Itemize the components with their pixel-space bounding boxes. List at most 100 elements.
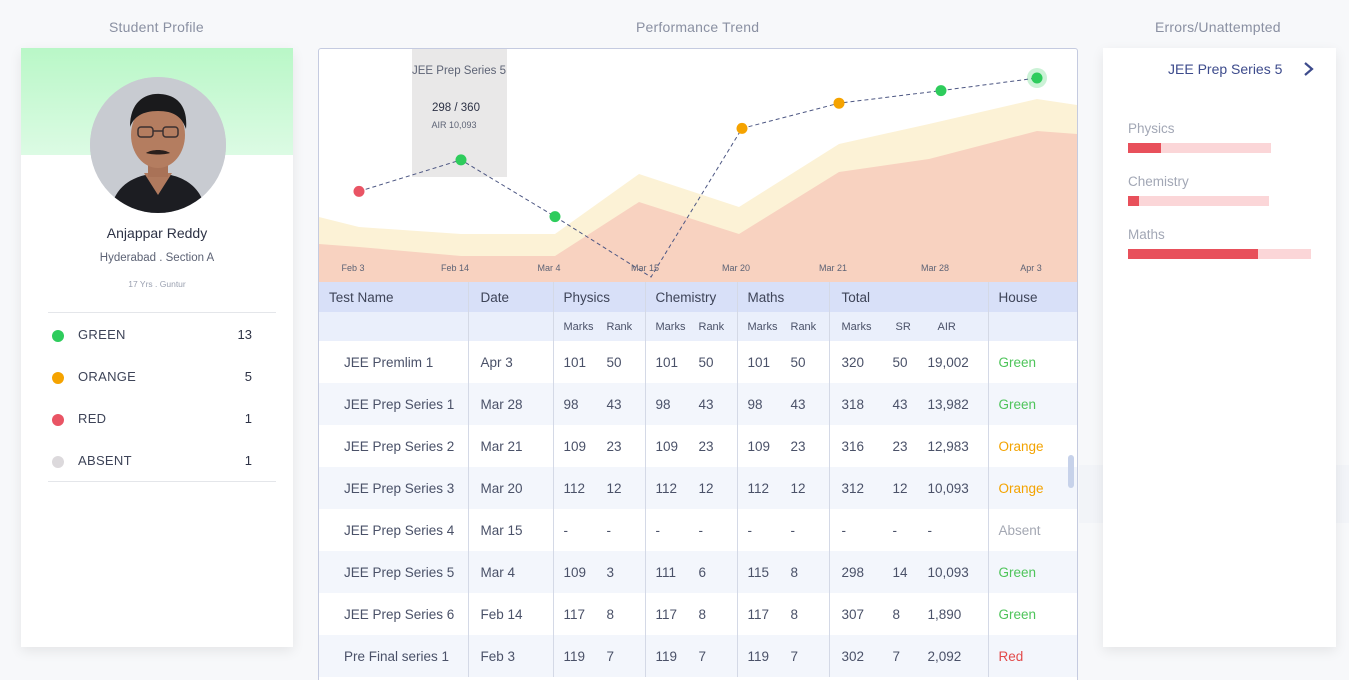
date-cell: Mar 15 [468,509,554,551]
air-cell: 19,002 [927,354,969,370]
subheader-blank [468,312,554,341]
maths-cell: 117 8 [737,593,830,635]
x-tick-label: Mar 4 [537,263,560,273]
x-tick-label: Apr 3 [1020,263,1042,273]
col-chemistry[interactable]: Chemistry [645,282,738,312]
house-count: 5 [244,369,252,384]
subject-label: Chemistry [1128,174,1189,189]
rank-cell: - [606,522,612,538]
table-row[interactable]: JEE Prep Series 4 Mar 15- - - - - - - - - Absent [319,509,1077,551]
table-row[interactable]: JEE Premlim 1 Apr 3 101 50 101 50 101 50 320 50 19… [319,341,1077,383]
error-bar-track [1128,249,1311,259]
data-point[interactable] [353,185,365,197]
total-cell: 298 14 10,093 [829,551,989,593]
rank-cell: 50 [790,354,806,370]
rank-cell: 8 [790,564,799,580]
total-marks-cell: 320 [841,354,865,370]
test-name-cell: JEE Premlim 1 [319,341,469,383]
chemistry-cell: 98 43 [645,383,738,425]
test-name-cell: JEE Prep Series 2 [319,425,469,467]
marks-cell: 109 [563,438,587,454]
physics-cell: 109 23 [553,425,646,467]
marks-subheader: Marks [747,320,778,333]
student-name: Anjappar Reddy [106,225,208,241]
air-cell: 2,092 [927,648,962,664]
rank-cell: 12 [790,480,806,496]
trend-svg: JEE Prep Series 5 298 / 360 AIR 10,093 F… [319,49,1077,282]
errors-test-name[interactable]: JEE Prep Series 5 [1168,61,1282,77]
physics-cell: 98 43 [553,383,646,425]
table-row[interactable]: Pre Final series 1 Feb 3 119 7 119 7 119 7 302 7 2… [319,635,1077,677]
marks-cell: 117 [747,606,770,622]
data-point[interactable] [833,97,845,109]
errors-section-title: Errors/Unattempted [1155,19,1281,35]
chemistry-subheader: Marks Rank [645,312,738,341]
air-subheader: AIR [937,320,956,333]
table-row[interactable]: JEE Prep Series 1 Mar 28 98 43 98 43 98 43 318 43… [319,383,1077,425]
col-house[interactable]: House [988,282,1077,312]
data-point[interactable] [736,122,748,134]
x-tick-label: Mar 28 [921,263,949,273]
error-bar-fill [1128,249,1258,259]
data-point[interactable] [935,85,947,97]
test-name-cell: Pre Final series 1 [319,635,469,677]
table-row[interactable]: JEE Prep Series 6 Feb 14 117 8 117 8 117 8 307 8 1… [319,593,1077,635]
rank-cell: 23 [606,438,622,454]
total-marks-cell: 316 [841,438,865,454]
x-tick-label: Feb 14 [441,263,469,273]
marks-cell: 98 [655,396,671,412]
table-row[interactable]: JEE Prep Series 5 Mar 4 109 3 111 6 115 8 298 14 1… [319,551,1077,593]
physics-cell: 112 12 [553,467,646,509]
air-cell: 13,982 [927,396,969,412]
rank-cell: - [790,522,796,538]
house-cell: Red [988,635,1077,677]
chemistry-cell: 111 6 [645,551,738,593]
col-test-name[interactable]: Test Name [319,282,469,312]
sr-cell: 14 [892,564,908,580]
total-subheader: Marks SR AIR [829,312,989,341]
col-total[interactable]: Total [829,282,989,312]
maths-cell: 115 8 [737,551,830,593]
chevron-right-icon[interactable] [1302,59,1316,79]
rank-cell: 23 [698,438,714,454]
chemistry-cell: 109 23 [645,425,738,467]
marks-cell: 101 [563,354,587,370]
red-dot-icon [52,414,64,426]
x-tick-label: Mar 21 [819,263,847,273]
air-cell: 10,093 [927,480,969,496]
table-scrollbar[interactable] [1068,455,1074,488]
house-label: ABSENT [78,453,132,468]
total-marks-cell: 302 [841,648,865,664]
x-tick-label: Mar 15 [631,263,659,273]
performance-chart[interactable]: JEE Prep Series 5 298 / 360 AIR 10,093 F… [319,49,1077,282]
table-row[interactable]: JEE Prep Series 3 Mar 20 112 12 112 12 112 12 31… [319,467,1077,509]
col-date[interactable]: Date [468,282,554,312]
table-row[interactable]: JEE Prep Series 2 Mar 21 109 23 109 23 109 23 31… [319,425,1077,467]
maths-cell: 109 23 [737,425,830,467]
col-physics[interactable]: Physics [553,282,646,312]
air-cell: - [927,522,933,538]
error-bar-track [1128,143,1271,153]
rank-cell: 7 [698,648,707,664]
test-name-cell: JEE Prep Series 6 [319,593,469,635]
marks-cell: 109 [563,564,587,580]
data-point[interactable] [455,154,467,166]
house-row-green: GREEN 13 [48,313,276,355]
house-summary-list: GREEN 13 ORANGE 5 RED 1 ABSENT 1 [48,312,276,482]
total-marks-cell: 307 [841,606,865,622]
date-cell: Feb 3 [468,635,554,677]
total-cell: 320 50 19,002 [829,341,989,383]
house-cell: Absent [998,522,1041,538]
total-marks-cell: 318 [841,396,865,412]
house-row-red: RED 1 [48,397,276,439]
date-cell: Mar 20 [468,467,554,509]
results-table: Test Name Date Physics Chemistry Maths T… [319,282,1077,677]
data-point[interactable] [549,211,561,223]
data-point[interactable] [1031,72,1043,84]
air-cell: 1,890 [927,606,962,622]
test-name-cell: JEE Prep Series 5 [319,551,469,593]
house-label: ORANGE [78,369,137,384]
marks-cell: 112 [747,480,770,496]
col-maths[interactable]: Maths [737,282,830,312]
total-marks-cell: 312 [841,480,865,496]
